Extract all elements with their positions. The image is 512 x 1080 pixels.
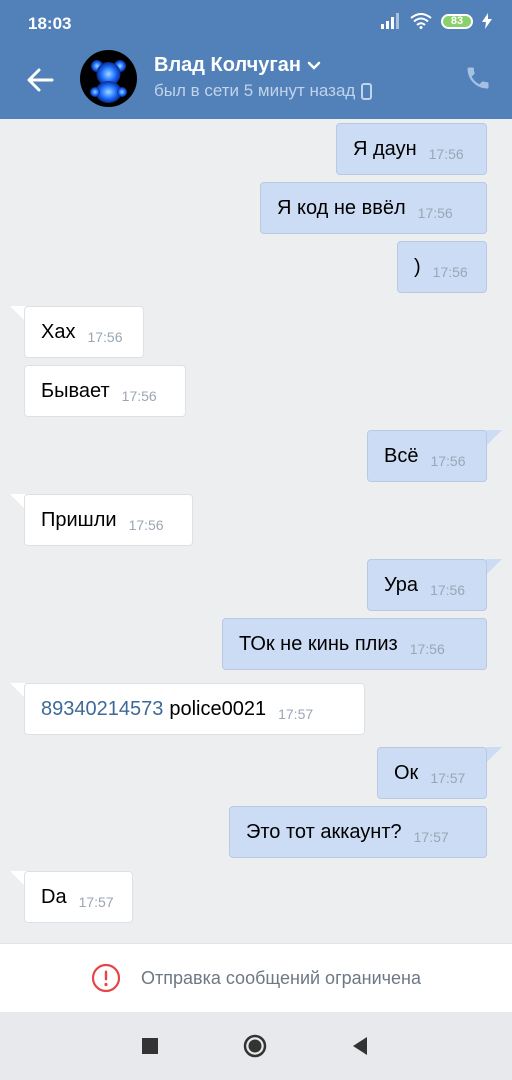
message-time: 17:56 [430, 453, 466, 469]
message-text: Это тот аккаунт? [246, 820, 402, 843]
message-time: 17:56 [409, 641, 445, 657]
bubble-tail [486, 430, 502, 446]
restricted-notice-text: Отправка сообщений ограничена [141, 967, 421, 988]
circle-icon[interactable] [243, 1034, 267, 1058]
message-text: Хах [41, 320, 76, 343]
chat-header: 18:03 83 Влад Колчуган был в сети 5 мину… [0, 0, 512, 119]
message-text: ТОк не кинь плиз [239, 632, 398, 655]
message-outgoing[interactable]: Я код не ввёл 17:56 [260, 182, 487, 234]
message-incoming[interactable]: Da 17:57 [24, 871, 133, 923]
status-time: 18:03 [28, 14, 72, 33]
message-time: 17:56 [87, 329, 123, 345]
messaging-restricted-bar: Отправка сообщений ограничена [0, 943, 512, 1012]
message-text: Ура [384, 573, 419, 596]
mobile-device-icon [361, 82, 373, 100]
chevron-down-icon [307, 61, 321, 70]
teddy-bear-icon [90, 60, 127, 103]
message-incoming[interactable]: Бывает 17:56 [24, 365, 186, 417]
exclamation-circle-icon [91, 963, 121, 993]
message-incoming[interactable]: 89340214573 police0021 17:57 [24, 683, 365, 735]
charging-icon [482, 13, 492, 29]
message-incoming[interactable]: Хах 17:56 [24, 306, 144, 358]
contact-name-text: Влад Колчуган [154, 54, 301, 76]
system-navigation-bar [0, 1012, 512, 1080]
bubble-tail [486, 747, 502, 763]
message-incoming[interactable]: Пришли 17:56 [24, 494, 193, 546]
arrow-left-icon[interactable] [24, 64, 56, 96]
status-bar: 18:03 83 [0, 0, 512, 46]
message-text: ) [414, 255, 421, 278]
signal-icon [381, 13, 399, 29]
message-outgoing[interactable]: ТОк не кинь плиз 17:56 [222, 618, 487, 670]
message-time: 17:57 [78, 894, 114, 910]
last-seen: был в сети 5 минут назад [154, 81, 373, 101]
triangle-back-icon[interactable] [348, 1034, 372, 1058]
battery-icon: 83 [441, 13, 473, 29]
message-time: 17:56 [430, 582, 466, 598]
phone-icon[interactable] [464, 64, 492, 92]
message-time: 17:56 [432, 264, 468, 280]
message-text: Я код не ввёл [277, 196, 406, 219]
message-outgoing[interactable]: Я даун 17:56 [336, 123, 487, 175]
phone-number-link[interactable]: 89340214573 [41, 698, 163, 721]
message-time: 17:56 [417, 205, 453, 221]
message-outgoing[interactable]: ) 17:56 [397, 241, 487, 293]
message-time: 17:56 [128, 517, 164, 533]
message-text: Пришли [41, 508, 117, 531]
message-text: Da [41, 885, 67, 908]
message-outgoing[interactable]: Ок 17:57 [377, 747, 487, 799]
message-text: Бывает [41, 379, 110, 402]
message-time: 17:56 [121, 388, 157, 404]
square-icon[interactable] [138, 1034, 162, 1058]
message-time: 17:57 [278, 706, 314, 722]
battery-level: 83 [450, 15, 464, 27]
contact-name[interactable]: Влад Колчуган [154, 54, 321, 77]
message-text: Ок [394, 761, 419, 784]
status-icons: 83 [381, 13, 492, 29]
message-time: 17:56 [428, 146, 464, 162]
avatar[interactable] [80, 50, 137, 107]
message-text: police0021 [169, 697, 267, 720]
message-outgoing[interactable]: Всё 17:56 [367, 430, 487, 482]
message-text: Я даун [353, 137, 417, 160]
bubble-tail [486, 559, 502, 575]
message-outgoing[interactable]: Это тот аккаунт? 17:57 [229, 806, 487, 858]
message-outgoing[interactable]: Ура 17:56 [367, 559, 487, 611]
wifi-icon [410, 13, 432, 29]
message-text: Всё [384, 444, 419, 467]
last-seen-text: был в сети 5 минут назад [154, 81, 356, 100]
message-time: 17:57 [413, 829, 449, 845]
message-time: 17:57 [430, 770, 466, 786]
